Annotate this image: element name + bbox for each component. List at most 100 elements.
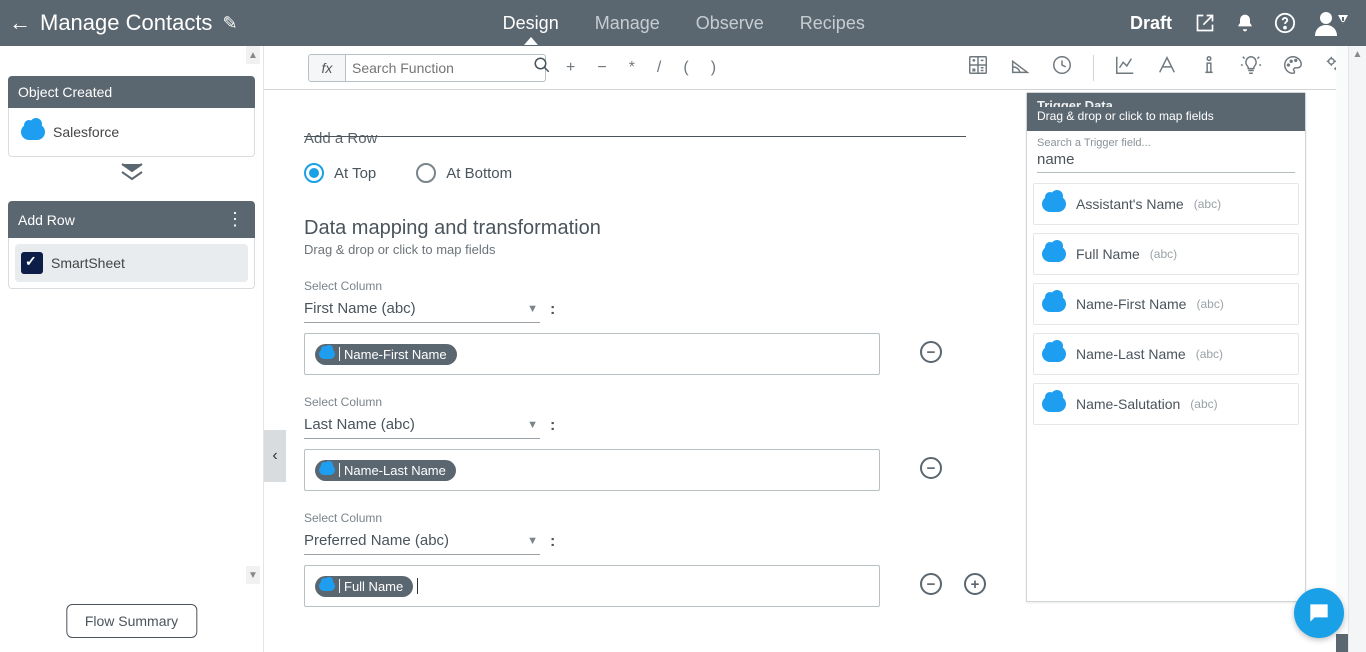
trigger-data-header[interactable]: Trigger Data Drag & drop or click to map… (1027, 93, 1305, 131)
trigger-section-header[interactable]: Object Created (8, 76, 255, 108)
remove-row-button[interactable]: − (920, 457, 942, 479)
trigger-search-input[interactable] (1037, 149, 1295, 173)
salesforce-icon (319, 465, 335, 475)
action-item-label: SmartSheet (51, 255, 125, 271)
field-type-hint: (abc) (1190, 397, 1217, 411)
left-rail: ▲ Object Created Salesforce Add Row ⋮ Sm… (0, 46, 264, 652)
topbar-right: Draft (1130, 9, 1366, 37)
trigger-field[interactable]: Full Name(abc) (1033, 233, 1299, 275)
add-row-button[interactable]: + (964, 573, 986, 595)
search-icon[interactable] (533, 56, 551, 79)
function-search[interactable] (346, 54, 546, 82)
main-area: fx + − * / ( ) Add (264, 46, 1366, 652)
chat-fab-button[interactable] (1294, 588, 1344, 638)
mapping-input[interactable]: Full Name (304, 565, 880, 607)
trigger-item[interactable]: Salesforce (15, 114, 248, 150)
function-search-input[interactable] (352, 60, 533, 76)
calc-icon[interactable] (967, 54, 989, 81)
mapping-input[interactable]: Name-First Name (304, 333, 880, 375)
field-type-hint: (abc) (1194, 197, 1221, 211)
trigger-field-label: Name-First Name (1076, 296, 1186, 312)
column-select[interactable]: First Name (abc) ▼ (304, 297, 540, 323)
trigger-field[interactable]: Assistant's Name(abc) (1033, 183, 1299, 225)
caret-down-icon: ▼ (527, 535, 538, 547)
chip-label: Name-Last Name (344, 463, 446, 478)
remove-row-button[interactable]: − (920, 573, 942, 595)
trigger-field-label: Name-Last Name (1076, 346, 1186, 362)
main-tabs: Design Manage Observe Recipes (238, 3, 1130, 44)
radio-at-bottom[interactable]: At Bottom (416, 163, 512, 183)
chart-icon[interactable] (1114, 54, 1136, 81)
caret-down-icon: ▼ (527, 419, 538, 431)
scrollbar-thumb[interactable] (1336, 634, 1348, 652)
salesforce-icon (1042, 396, 1066, 412)
edit-pencil-icon[interactable]: ✎ (222, 13, 237, 34)
open-external-icon[interactable] (1194, 12, 1216, 34)
action-section-header[interactable]: Add Row ⋮ (8, 201, 255, 238)
rail-scroll-down-icon[interactable]: ▼ (246, 566, 260, 584)
tab-observe[interactable]: Observe (692, 3, 768, 44)
trigger-section-title: Object Created (18, 84, 112, 100)
trigger-data-panel: Trigger Data Drag & drop or click to map… (1026, 92, 1306, 602)
op-div[interactable]: / (657, 59, 661, 77)
help-icon[interactable] (1274, 12, 1296, 34)
op-lparen[interactable]: ( (683, 59, 688, 77)
radio-at-top[interactable]: At Top (304, 163, 376, 183)
bell-icon[interactable] (1234, 12, 1256, 34)
caret-down-icon: ▼ (527, 303, 538, 315)
flow-summary-button[interactable]: Flow Summary (66, 604, 197, 638)
trigger-field-label: Name-Salutation (1076, 396, 1180, 412)
op-plus[interactable]: + (566, 59, 575, 77)
column-select-value: Preferred Name (abc) (304, 532, 449, 549)
field-chip[interactable]: Name-Last Name (315, 460, 456, 481)
op-minus[interactable]: − (597, 59, 606, 77)
action-section-title: Add Row (18, 212, 75, 228)
tab-manage[interactable]: Manage (591, 3, 664, 44)
tab-design[interactable]: Design (499, 3, 563, 44)
fx-button[interactable]: fx (308, 54, 346, 82)
angle-icon[interactable] (1009, 54, 1031, 81)
trigger-field[interactable]: Name-First Name(abc) (1033, 283, 1299, 325)
inner-scrollbar[interactable] (1336, 46, 1348, 652)
trigger-field[interactable]: Name-Last Name(abc) (1033, 333, 1299, 375)
rail-scroll-up-icon[interactable]: ▲ (246, 46, 260, 64)
clock-icon[interactable] (1051, 54, 1073, 81)
remove-row-button[interactable]: − (920, 341, 942, 363)
colon-separator: : (550, 417, 555, 435)
collapse-rail-button[interactable]: ‹ (264, 430, 286, 482)
column-select[interactable]: Preferred Name (abc) ▼ (304, 529, 540, 555)
avatar[interactable] (1314, 9, 1348, 37)
salesforce-icon (319, 581, 335, 591)
mapping-input[interactable]: Name-Last Name (304, 449, 880, 491)
palette-icon[interactable] (1282, 54, 1304, 81)
action-item[interactable]: SmartSheet (15, 244, 248, 282)
colon-separator: : (550, 301, 555, 319)
lightbulb-icon[interactable] (1240, 54, 1262, 81)
colon-separator: : (550, 533, 555, 551)
text-icon[interactable] (1156, 54, 1178, 81)
action-section-body: SmartSheet (8, 238, 255, 289)
back-arrow-icon[interactable]: ← (0, 10, 40, 36)
trigger-field[interactable]: Name-Salutation (abc) (1033, 383, 1299, 425)
page-title: Manage Contacts (40, 10, 212, 36)
info-icon[interactable] (1198, 54, 1220, 81)
op-rparen[interactable]: ) (711, 59, 716, 77)
salesforce-icon (319, 349, 335, 359)
trigger-data-title: Trigger Data (1037, 99, 1295, 107)
action-menu-icon[interactable]: ⋮ (226, 209, 245, 230)
outer-scrollbar[interactable]: ▲ (1348, 46, 1366, 652)
toolbar-divider (1093, 55, 1094, 81)
op-mult[interactable]: * (629, 59, 635, 77)
canvas-divider (304, 136, 966, 137)
salesforce-icon (21, 124, 45, 140)
column-select[interactable]: Last Name (abc) ▼ (304, 413, 540, 439)
scroll-up-icon[interactable]: ▲ (1349, 46, 1366, 62)
operator-row: + − * / ( ) (566, 59, 716, 77)
tab-recipes[interactable]: Recipes (796, 3, 869, 44)
field-chip[interactable]: Full Name (315, 576, 413, 597)
tool-icons (967, 54, 1366, 81)
field-chip[interactable]: Name-First Name (315, 344, 457, 365)
chip-label: Name-First Name (344, 347, 447, 362)
salesforce-icon (1042, 296, 1066, 312)
trigger-section-body: Salesforce (8, 108, 255, 157)
